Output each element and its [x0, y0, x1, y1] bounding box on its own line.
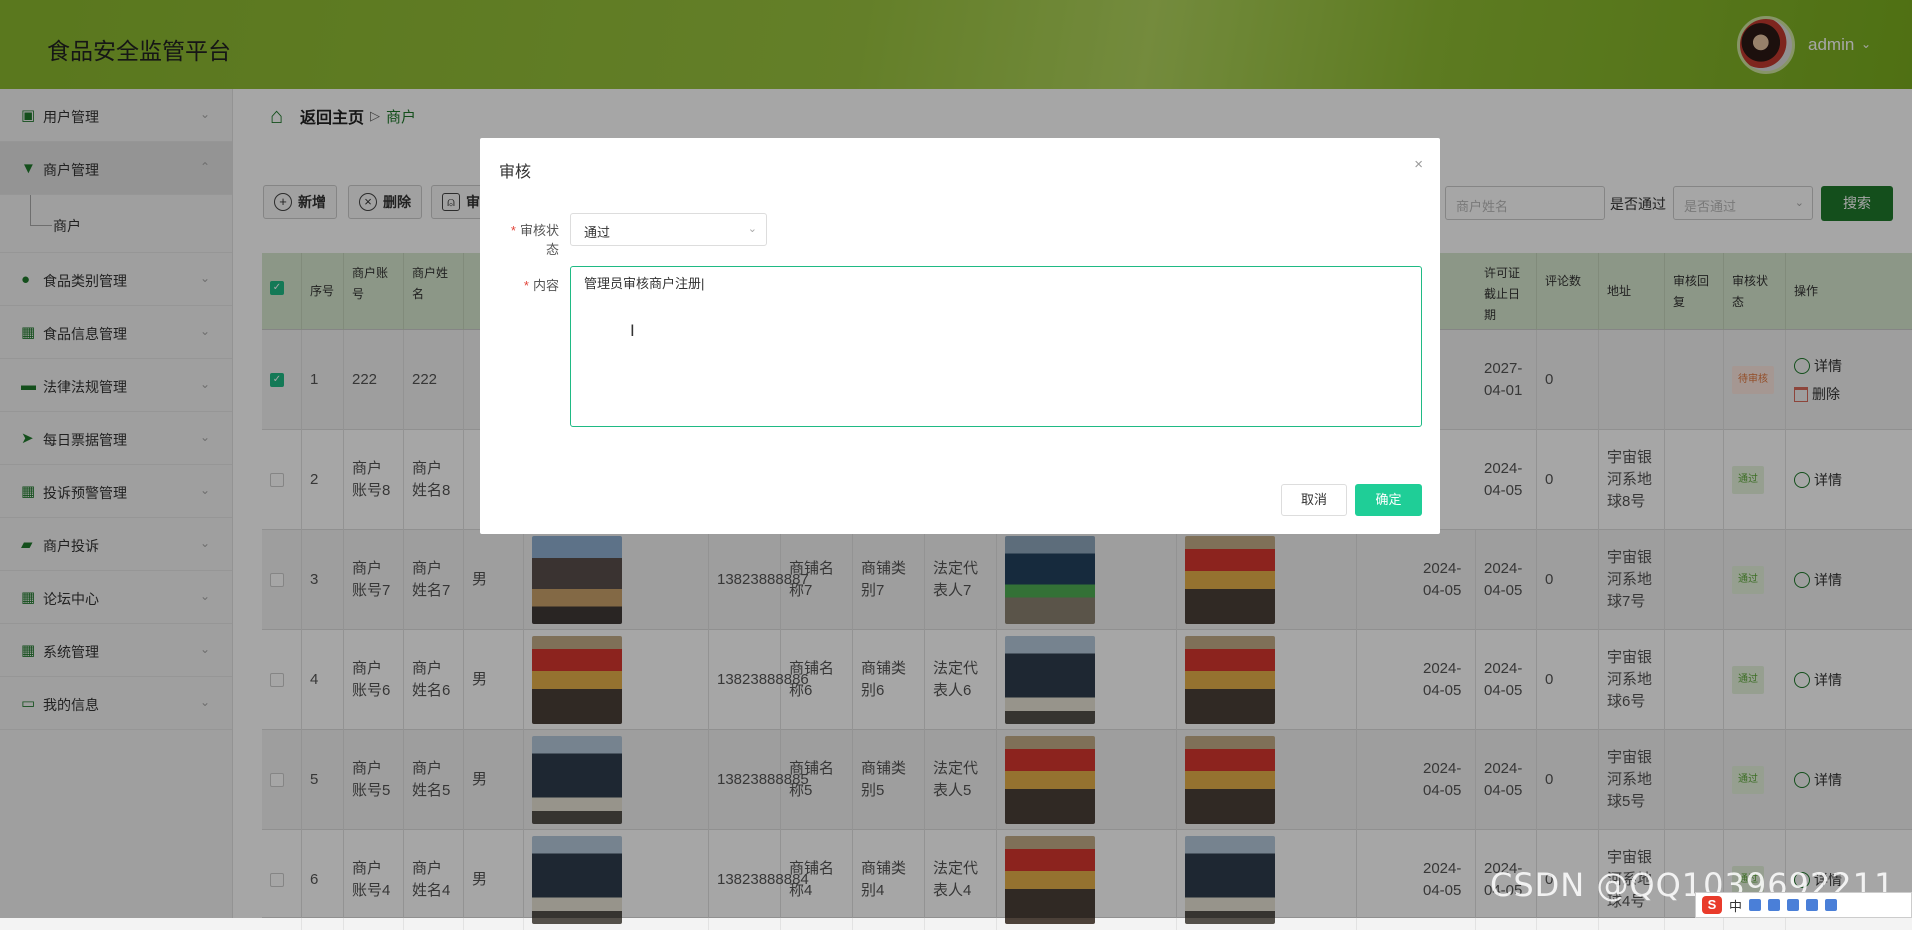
tray-icon: [1787, 899, 1800, 911]
ime-tray[interactable]: S中: [1695, 892, 1912, 918]
tray-icon: [1806, 899, 1819, 911]
dialog-title: 审核: [499, 164, 532, 181]
confirm-button[interactable]: 确定: [1355, 484, 1422, 516]
cancel-button[interactable]: 取消: [1281, 484, 1347, 516]
tray-icon: [1749, 899, 1762, 911]
chinese-mode-icon: 中: [1729, 898, 1743, 914]
close-icon[interactable]: ×: [1414, 156, 1423, 173]
status-field-label: * 审核状态: [510, 223, 559, 257]
tray-icon: [1825, 899, 1838, 911]
audit-status-select[interactable]: 通过 ⌄: [570, 213, 767, 246]
sogou-icon: S: [1702, 896, 1722, 914]
chevron-down-icon: ⌄: [747, 223, 757, 235]
content-textarea[interactable]: 管理员审核商户注册|: [570, 266, 1422, 427]
audit-dialog: 审核 × * 审核状态 通过 ⌄ * 内容 管理员审核商户注册| I 取消 确定: [480, 138, 1440, 534]
text-cursor-icon: I: [630, 321, 635, 340]
tray-icon: [1768, 899, 1781, 911]
content-field-label: * 内容: [523, 278, 559, 293]
